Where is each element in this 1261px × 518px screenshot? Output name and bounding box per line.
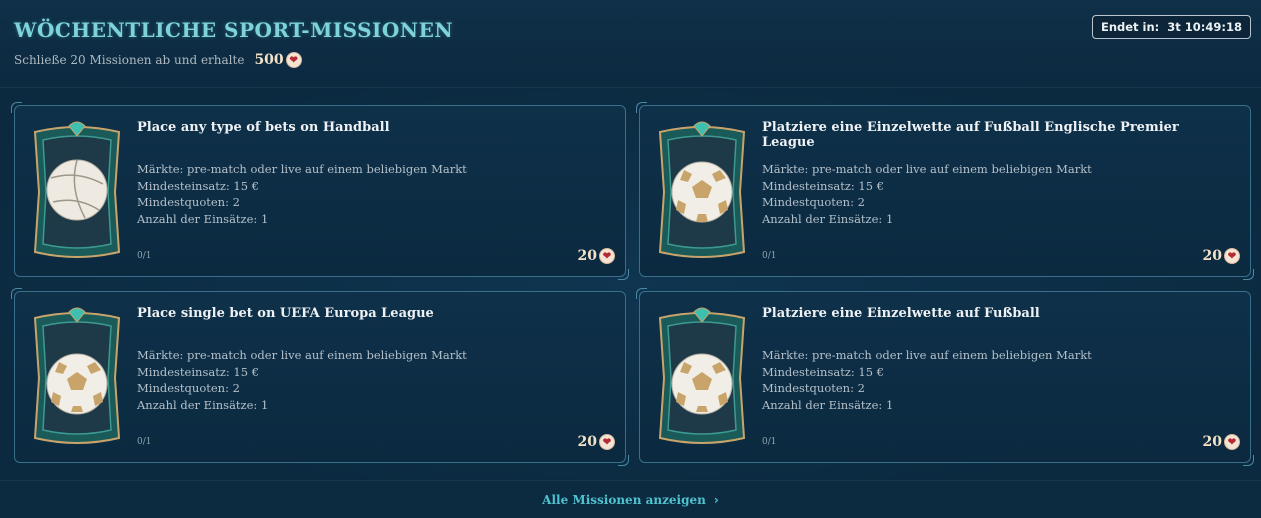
bet-count-text: Anzahl der Einsätze: 1 [762, 211, 894, 226]
markets-text: Märkte: pre-match oder live auf einem be… [137, 348, 467, 362]
mission-title: Platziere eine Einzelwette auf Fußball E… [762, 120, 1179, 150]
soccer-ball-icon [33, 307, 121, 444]
min-stake-text: Mindesteinsatz: 15 € [137, 364, 260, 379]
mission-title: Place single bet on UEFA Europa League [137, 306, 434, 321]
reward-value: 20 [577, 248, 597, 264]
footer: Alle Missionen anzeigen › [0, 480, 1261, 518]
total-reward-value: 500 [254, 52, 284, 68]
mission-details: Märkte: pre-match oder live auf einem be… [137, 161, 467, 227]
mission-details: Märkte: pre-match oder live auf einem be… [137, 347, 467, 413]
mission-title: Platziere eine Einzelwette auf Fußball [762, 306, 1040, 321]
mission-details: Märkte: pre-match oder live auf einem be… [762, 161, 1092, 227]
min-stake-text: Mindesteinsatz: 15 € [762, 364, 885, 379]
total-reward: 500 ❤ [254, 52, 302, 68]
min-odds-text: Mindestquoten: 2 [762, 195, 865, 209]
timer-text: Endet in: 3t 10:49:18 [1100, 20, 1242, 34]
mission-reward: 20 ❤ [1203, 248, 1240, 264]
show-all-missions-link[interactable]: Alle Missionen anzeigen › [542, 493, 719, 507]
min-odds-text: Mindestquoten: 2 [137, 195, 240, 209]
min-odds-text: Mindestquoten: 2 [762, 381, 865, 395]
mission-reward: 20 ❤ [578, 248, 615, 264]
heart-coin-icon: ❤ [1224, 248, 1240, 264]
mission-title: Place any type of bets on Handball [137, 120, 390, 135]
header: WÖCHENTLICHE SPORT-MISSIONEN Schließe 20… [0, 0, 1261, 88]
mission-frame [29, 118, 125, 266]
subtitle: Schließe 20 Missionen ab und erhalte [14, 53, 245, 67]
chevron-right-icon: › [713, 492, 719, 507]
markets-text: Märkte: pre-match oder live auf einem be… [137, 162, 467, 176]
heart-coin-icon: ❤ [285, 52, 302, 68]
show-all-missions-label: Alle Missionen anzeigen [542, 492, 706, 507]
progress-text: 0/1 [137, 437, 152, 447]
bet-count-text: Anzahl der Einsätze: 1 [762, 397, 894, 412]
missions-grid: Place any type of bets on Handball Märkt… [0, 88, 1261, 480]
mission-details: Märkte: pre-match oder live auf einem be… [762, 347, 1092, 413]
reward-value: 20 [1202, 248, 1222, 264]
mission-reward: 20 ❤ [1203, 434, 1240, 450]
mission-reward: 20 ❤ [578, 434, 615, 450]
heart-coin-icon: ❤ [1224, 434, 1240, 450]
bet-count-text: Anzahl der Einsätze: 1 [137, 211, 269, 226]
mission-card[interactable]: Platziere eine Einzelwette auf Fußball E… [636, 102, 1254, 280]
reward-value: 20 [577, 434, 597, 450]
heart-coin-icon: ❤ [599, 434, 615, 450]
min-stake-text: Mindesteinsatz: 15 € [762, 178, 885, 193]
min-odds-text: Mindestquoten: 2 [137, 381, 240, 395]
countdown-timer: Endet in: 3t 10:49:18 [1091, 15, 1251, 39]
volleyball-icon [33, 121, 121, 258]
reward-value: 20 [1202, 434, 1222, 450]
mission-card[interactable]: Place single bet on UEFA Europa League M… [11, 288, 629, 466]
mission-frame [29, 304, 125, 452]
soccer-ball-icon [658, 121, 746, 258]
soccer-ball-icon [658, 307, 746, 444]
progress-text: 0/1 [762, 437, 777, 447]
mission-frame [654, 304, 750, 452]
markets-text: Märkte: pre-match oder live auf einem be… [762, 348, 1092, 362]
subtitle-row: Schließe 20 Missionen ab und erhalte 500… [14, 52, 302, 68]
mission-card[interactable]: Platziere eine Einzelwette auf Fußball M… [636, 288, 1254, 466]
heart-coin-icon: ❤ [599, 248, 615, 264]
min-stake-text: Mindesteinsatz: 15 € [137, 178, 260, 193]
mission-card[interactable]: Place any type of bets on Handball Märkt… [11, 102, 629, 280]
progress-text: 0/1 [137, 251, 152, 261]
markets-text: Märkte: pre-match oder live auf einem be… [762, 162, 1092, 176]
page-title: WÖCHENTLICHE SPORT-MISSIONEN [14, 18, 454, 42]
progress-text: 0/1 [762, 251, 777, 261]
mission-frame [654, 118, 750, 266]
bet-count-text: Anzahl der Einsätze: 1 [137, 397, 269, 412]
